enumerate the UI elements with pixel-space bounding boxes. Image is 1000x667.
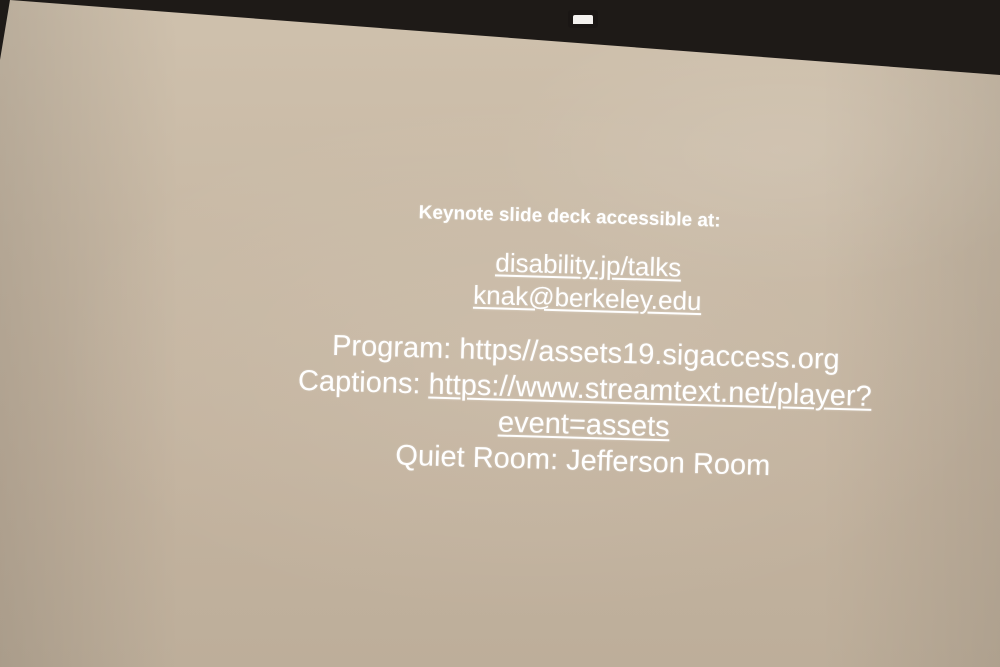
captions-label: Captions: [297,364,421,401]
photo-scene: Keynote slide deck accessible at: disabi… [0,0,1000,667]
projected-slide: Keynote slide deck accessible at: disabi… [242,196,929,489]
program-label: Program: [331,329,452,366]
captions-url-part2: event=assets [497,406,671,444]
ceiling-camera-icon [568,10,598,28]
